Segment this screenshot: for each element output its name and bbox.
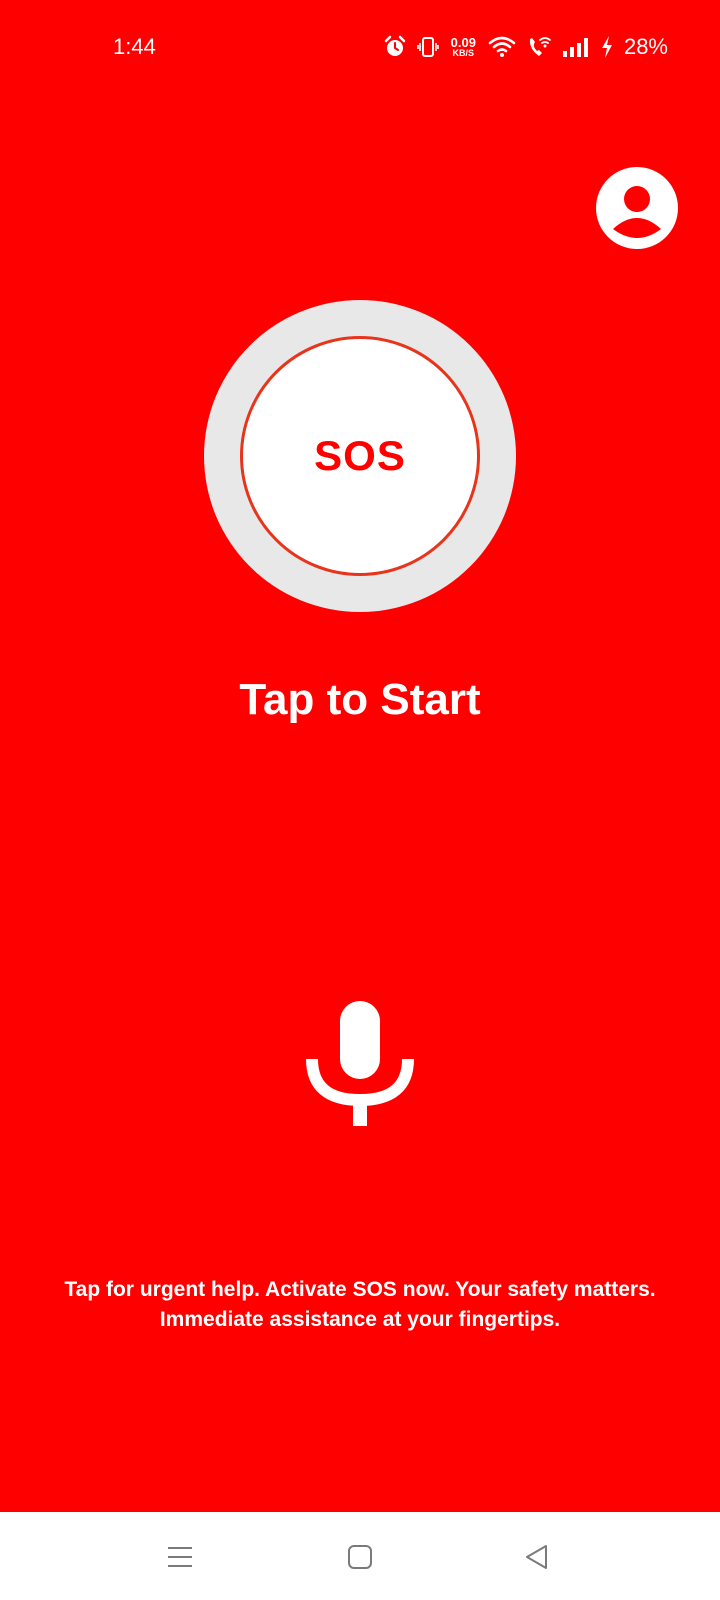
sos-button[interactable]: SOS: [204, 300, 516, 612]
vibrate-icon: [416, 37, 439, 57]
footer-message: Tap for urgent help. Activate SOS now. Y…: [20, 1275, 700, 1335]
tap-to-start-label: Tap to Start: [239, 675, 481, 724]
alarm-icon: [384, 35, 405, 56]
status-time: 1:44: [113, 34, 156, 59]
wifi-icon: [488, 36, 516, 57]
network-speed: 0.09 KB/S: [451, 36, 476, 58]
back-icon: [526, 1545, 547, 1569]
status-icons: 0.09 KB/S 28%: [383, 32, 668, 62]
navigation-bar: [0, 1512, 720, 1600]
network-speed-unit: KB/S: [452, 48, 475, 58]
home-icon: [348, 1545, 372, 1569]
microphone-icon: [306, 1001, 414, 1126]
sos-label: SOS: [314, 432, 406, 479]
status-bar: 1:44 0.09 KB/S 28%: [0, 0, 720, 96]
menu-icon: [168, 1547, 192, 1567]
sos-button-inner: SOS: [240, 336, 480, 576]
signal-icon: [562, 38, 588, 57]
sos-screen: 1:44 0.09 KB/S 28% SOS Tap to Start Tap …: [0, 0, 720, 1512]
footer-line-1: Tap for urgent help. Activate SOS now. Y…: [64, 1278, 656, 1301]
account-circle-icon: [596, 167, 678, 249]
footer-line-2: Immediate assistance at your fingertips.: [159, 1308, 561, 1331]
recent-apps-button[interactable]: [155, 1532, 205, 1582]
voice-button[interactable]: [300, 996, 420, 1128]
charging-icon: [601, 36, 612, 58]
home-button[interactable]: [335, 1532, 385, 1582]
profile-button[interactable]: [596, 167, 678, 249]
wifi-calling-icon: [529, 37, 551, 56]
back-button[interactable]: [512, 1532, 562, 1582]
battery-percentage: 28%: [623, 34, 668, 59]
